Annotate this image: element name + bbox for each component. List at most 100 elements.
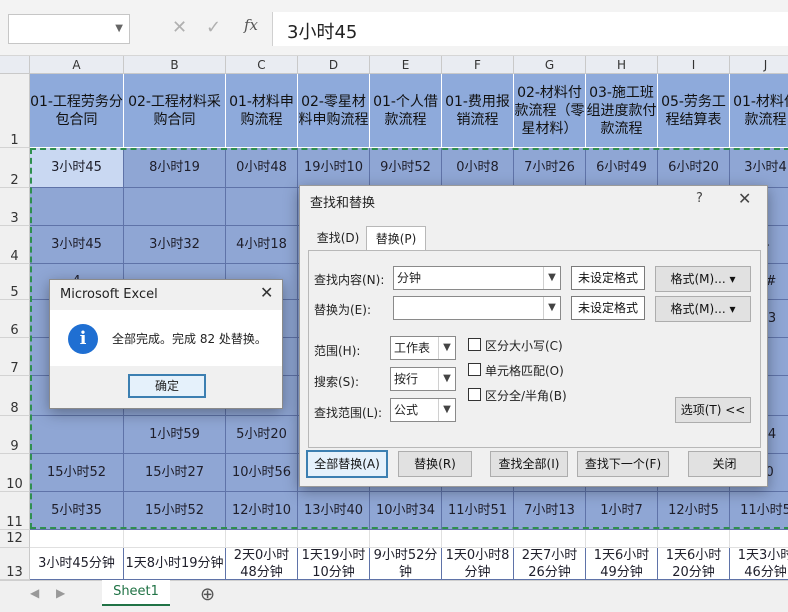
tab-find[interactable]: 查找(D) [312,226,364,250]
row-header-13[interactable]: 13 [0,548,30,580]
grid-cell[interactable]: 19小时10 [298,148,370,188]
column-header-d[interactable]: D [298,56,370,74]
grid-cell[interactable]: 1小时7 [586,492,658,530]
row-header-3[interactable]: 3 [0,188,30,226]
close-button[interactable]: 关闭 [688,451,761,477]
grid-cell[interactable]: 5小时20 [226,416,298,454]
header-cell[interactable]: 01-材料付款流程 [730,74,788,148]
column-header-b[interactable]: B [124,56,226,74]
grid-cell[interactable] [298,530,370,548]
grid-cell[interactable] [124,530,226,548]
column-header-e[interactable]: E [370,56,442,74]
header-cell[interactable]: 01-个人借款流程 [370,74,442,148]
grid-cell[interactable]: 15小时52 [124,492,226,530]
row-header-12[interactable]: 12 [0,530,30,548]
grid-cell[interactable]: 1天3小时46分钟 [730,548,788,580]
close-icon[interactable]: ✕ [260,283,273,302]
scroll-left-icon[interactable]: ◀ [30,586,39,600]
search-order-select[interactable]: 按行 ▼ [390,367,456,391]
header-cell[interactable]: 01-材料申购流程 [226,74,298,148]
column-header-g[interactable]: G [514,56,586,74]
look-in-select[interactable]: 公式 ▼ [390,398,456,422]
grid-cell[interactable] [730,530,788,548]
grid-cell[interactable]: 4小时18 [226,226,298,264]
chevron-down-icon[interactable]: ▼ [543,267,560,289]
row-header-2[interactable]: 2 [0,148,30,188]
grid-cell[interactable] [226,530,298,548]
replace-button[interactable]: 替换(R) [398,451,472,477]
grid-cell[interactable] [514,530,586,548]
grid-cell[interactable] [586,530,658,548]
grid-cell[interactable]: 12小时10 [226,492,298,530]
grid-cell[interactable] [370,530,442,548]
header-cell[interactable]: 02-材料付款流程（零星材料） [514,74,586,148]
replace-with-input[interactable]: ▼ [393,296,561,320]
grid-cell[interactable] [30,188,124,226]
grid-cell[interactable]: 3小时4 [730,148,788,188]
column-header-f[interactable]: F [442,56,514,74]
grid-cell[interactable]: 12小时5 [658,492,730,530]
grid-cell[interactable] [442,530,514,548]
column-header-j[interactable]: J [730,56,788,74]
find-next-button[interactable]: 查找下一个(F) [577,451,669,477]
grid-cell[interactable]: 10小时34 [370,492,442,530]
match-entire-cell-checkbox[interactable] [468,363,481,376]
row-header-11[interactable]: 11 [0,492,30,530]
grid-cell[interactable] [124,188,226,226]
grid-cell[interactable]: 15小时27 [124,454,226,492]
grid-cell[interactable]: 9小时52分钟 [370,548,442,580]
grid-cell[interactable]: 6小时20 [658,148,730,188]
header-cell[interactable]: 05-劳务工程结算表 [658,74,730,148]
header-cell[interactable]: 02-零星材料申购流程 [298,74,370,148]
grid-cell[interactable]: 1天6小时49分钟 [586,548,658,580]
column-header-h[interactable]: H [586,56,658,74]
grid-cell[interactable]: 2天0小时48分钟 [226,548,298,580]
header-cell[interactable]: 02-工程材料采购合同 [124,74,226,148]
match-case-checkbox[interactable] [468,338,481,351]
replace-all-button[interactable]: 全部替换(A) [306,450,388,478]
grid-cell[interactable]: 1天0小时8分钟 [442,548,514,580]
replace-format-button[interactable]: 格式(M)... ▾ [655,296,751,322]
grid-cell[interactable]: 1小时59 [124,416,226,454]
grid-cell[interactable] [226,188,298,226]
grid-cell[interactable]: 0小时48 [226,148,298,188]
grid-cell[interactable]: 1天8小时19分钟 [124,548,226,580]
grid-cell[interactable]: 1天19小时10分钟 [298,548,370,580]
scroll-right-icon[interactable]: ▶ [56,586,65,600]
find-format-button[interactable]: 格式(M)... ▾ [655,266,751,292]
grid-cell[interactable]: 0小时8 [442,148,514,188]
match-byte-checkbox[interactable] [468,388,481,401]
row-header-1[interactable]: 1 [0,74,30,148]
row-header-4[interactable]: 4 [0,226,30,264]
grid-cell[interactable]: 3小时32 [124,226,226,264]
grid-cell[interactable]: 7小时13 [514,492,586,530]
help-icon[interactable]: ? [696,191,703,206]
header-cell[interactable]: 01-费用报销流程 [442,74,514,148]
column-header-c[interactable]: C [226,56,298,74]
grid-cell[interactable]: 5小时35 [30,492,124,530]
grid-cell[interactable]: 8小时19 [124,148,226,188]
grid-cell[interactable]: 2天7小时26分钟 [514,548,586,580]
grid-cell[interactable] [30,530,124,548]
grid-cell[interactable]: 3小时45 [30,226,124,264]
row-header-10[interactable]: 10 [0,454,30,492]
options-button[interactable]: 选项(T) << [675,397,751,423]
grid-cell[interactable]: 13小时40 [298,492,370,530]
scope-select[interactable]: 工作表 ▼ [390,336,456,360]
column-header-a[interactable]: A [30,56,124,74]
grid-cell[interactable] [30,416,124,454]
grid-cell[interactable]: 7小时26 [514,148,586,188]
ok-button[interactable]: 确定 [128,374,206,398]
column-header-i[interactable]: I [658,56,730,74]
grid-cell[interactable]: 1天6小时20分钟 [658,548,730,580]
add-sheet-icon[interactable]: ⊕ [200,584,215,605]
grid-cell[interactable] [658,530,730,548]
grid-cell[interactable]: 3小时45分钟 [30,548,124,580]
header-cell[interactable]: 01-工程劳务分包合同 [30,74,124,148]
tab-replace[interactable]: 替换(P) [366,226,426,251]
grid-cell[interactable]: 10小时56 [226,454,298,492]
find-what-input[interactable]: 分钟 ▼ [393,266,561,290]
sheet-tab-sheet1[interactable]: Sheet1 [102,580,170,606]
row-header-9[interactable]: 9 [0,416,30,454]
row-header-6[interactable]: 6 [0,300,30,338]
